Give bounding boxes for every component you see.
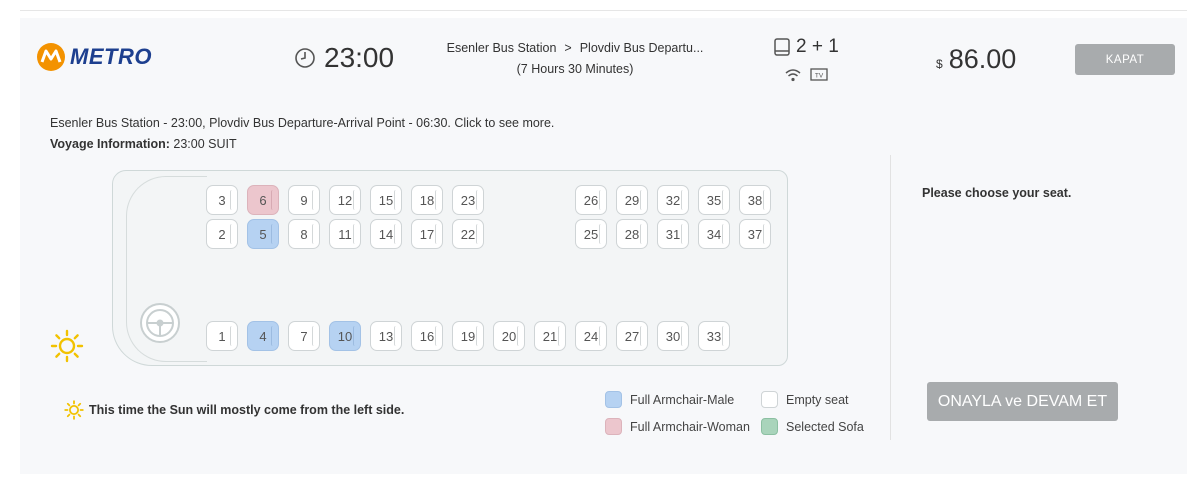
amenities: TV <box>784 67 828 82</box>
seat-2[interactable]: 2 <box>206 219 238 249</box>
legend-empty: Empty seat <box>761 391 849 408</box>
seat-7[interactable]: 7 <box>288 321 320 351</box>
legend-sofa: Selected Sofa <box>761 418 864 435</box>
steering-wheel-icon <box>140 303 180 343</box>
seat-29[interactable]: 29 <box>616 185 648 215</box>
seat-20[interactable]: 20 <box>493 321 525 351</box>
seat-14[interactable]: 14 <box>370 219 402 249</box>
seat-35[interactable]: 35 <box>698 185 730 215</box>
seat-27[interactable]: 27 <box>616 321 648 351</box>
tv-label: TV <box>815 73 824 80</box>
seat-12[interactable]: 12 <box>329 185 361 215</box>
seat-10[interactable]: 10 <box>329 321 361 351</box>
seat-23[interactable]: 23 <box>452 185 484 215</box>
sun-note-text: This time the Sun will mostly come from … <box>89 403 405 417</box>
legend-female: Full Armchair-Woman <box>605 418 750 435</box>
seat-22[interactable]: 22 <box>452 219 484 249</box>
seat-16[interactable]: 16 <box>411 321 443 351</box>
close-button[interactable]: KAPAT <box>1075 44 1175 75</box>
price: $ 86.00 <box>936 44 1016 75</box>
voyage-info: Voyage Information: 23:00 SUIT <box>50 134 554 155</box>
seat-11[interactable]: 11 <box>329 219 361 249</box>
seat-19[interactable]: 19 <box>452 321 484 351</box>
seat-3[interactable]: 3 <box>206 185 238 215</box>
route-to: Plovdiv Bus Departu... <box>579 41 704 55</box>
top-divider <box>20 10 1187 11</box>
seat-layout: 2 + 1 <box>773 36 839 58</box>
seat-4[interactable]: 4 <box>247 321 279 351</box>
departure-time: 23:00 <box>294 42 394 74</box>
voyage-value: 23:00 SUIT <box>173 137 237 151</box>
sun-note: This time the Sun will mostly come from … <box>64 400 404 420</box>
route-separator: > <box>564 41 572 55</box>
metro-logo: METRO <box>36 40 176 74</box>
seat-1[interactable]: 1 <box>206 321 238 351</box>
tv-icon: TV <box>810 68 828 81</box>
legend-female-label: Full Armchair-Woman <box>630 419 750 434</box>
seat-24[interactable]: 24 <box>575 321 607 351</box>
legend-sofa-label: Selected Sofa <box>786 419 864 434</box>
seat-33[interactable]: 33 <box>698 321 730 351</box>
route-info[interactable]: Esenler Bus Station > Plovdiv Bus Departu.… <box>430 38 720 80</box>
seat-layout-value: 2 + 1 <box>796 36 839 57</box>
legend-sofa-swatch <box>761 418 778 435</box>
seat-26[interactable]: 26 <box>575 185 607 215</box>
seat-17[interactable]: 17 <box>411 219 443 249</box>
seat-18[interactable]: 18 <box>411 185 443 215</box>
metro-logo-icon <box>37 43 65 71</box>
seat-9[interactable]: 9 <box>288 185 320 215</box>
seat-15[interactable]: 15 <box>370 185 402 215</box>
price-currency: $ <box>936 57 943 71</box>
route-duration: (7 Hours 30 Minutes) <box>516 62 634 76</box>
seat-6[interactable]: 6 <box>247 185 279 215</box>
vertical-divider <box>890 155 891 440</box>
legend-male-swatch <box>605 391 622 408</box>
sun-small-icon <box>64 400 84 420</box>
seat-30[interactable]: 30 <box>657 321 689 351</box>
legend-empty-label: Empty seat <box>786 392 849 407</box>
seat-28[interactable]: 28 <box>616 219 648 249</box>
choose-seat-prompt: Please choose your seat. <box>922 186 1072 200</box>
voyage-label: Voyage Information: <box>50 137 170 151</box>
trip-summary-link[interactable]: Esenler Bus Station - 23:00, Plovdiv Bus… <box>50 113 554 134</box>
seat-25[interactable]: 25 <box>575 219 607 249</box>
trip-description: Esenler Bus Station - 23:00, Plovdiv Bus… <box>50 113 554 155</box>
seat-38[interactable]: 38 <box>739 185 771 215</box>
seat-21[interactable]: 21 <box>534 321 566 351</box>
seat-layout-icon <box>774 38 790 56</box>
legend-male-label: Full Armchair-Male <box>630 392 735 407</box>
logo-text: METRO <box>70 44 152 69</box>
seat-34[interactable]: 34 <box>698 219 730 249</box>
legend-male: Full Armchair-Male <box>605 391 734 408</box>
seat-37[interactable]: 37 <box>739 219 771 249</box>
legend-female-swatch <box>605 418 622 435</box>
seat-13[interactable]: 13 <box>370 321 402 351</box>
seat-31[interactable]: 31 <box>657 219 689 249</box>
price-value: 86.00 <box>948 44 1017 74</box>
seat-5[interactable]: 5 <box>247 219 279 249</box>
seat-32[interactable]: 32 <box>657 185 689 215</box>
legend-empty-swatch <box>761 391 778 408</box>
sun-icon <box>50 329 84 363</box>
confirm-continue-button[interactable]: ONAYLA ve DEVAM ET <box>927 382 1118 421</box>
time-value: 23:00 <box>324 42 395 73</box>
clock-icon <box>295 48 315 68</box>
route-from: Esenler Bus Station <box>446 41 557 55</box>
seat-8[interactable]: 8 <box>288 219 320 249</box>
wifi-icon <box>785 68 801 81</box>
